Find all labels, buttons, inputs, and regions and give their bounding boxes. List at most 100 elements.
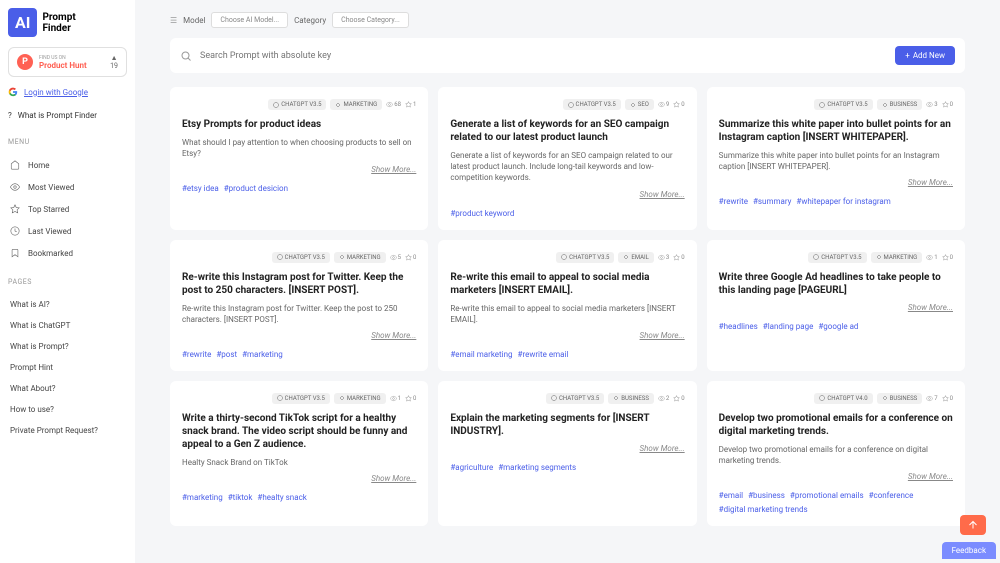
prompt-card[interactable]: CHATGPT V3.5 MARKETING 5 0 Re-write this…: [170, 240, 428, 371]
page-link[interactable]: What About?: [8, 378, 127, 399]
card-title: Explain the marketing segments for [INSE…: [450, 412, 684, 438]
scroll-top-button[interactable]: [960, 515, 986, 535]
card-tags: #rewrite #summary #whitepaper for instagra…: [719, 197, 953, 206]
tag[interactable]: #landing page: [763, 322, 814, 331]
views-stat: 9: [658, 101, 669, 108]
prompt-card[interactable]: CHATGPT V3.5 SEO 9 0 Generate a list of …: [438, 87, 696, 230]
show-more-link[interactable]: Show More...: [719, 472, 953, 481]
what-is-link[interactable]: ? What is Prompt Finder: [8, 107, 127, 124]
menu-item-bookmarked[interactable]: Bookmarked: [8, 242, 127, 264]
card-tags: #email marketing #rewrite email: [450, 350, 684, 359]
tag[interactable]: #email: [719, 491, 743, 500]
views-stat: 3: [926, 101, 937, 108]
card-tags: #marketing #tiktok #healty snack: [182, 493, 416, 502]
show-more-link[interactable]: Show More...: [719, 303, 953, 312]
tag[interactable]: #marketing: [182, 493, 223, 502]
tag[interactable]: #whitepaper for instagram: [796, 197, 890, 206]
views-stat: 1: [926, 254, 937, 261]
card-tags: #rewrite #post #marketing: [182, 350, 416, 359]
tag[interactable]: #product desicion: [224, 184, 288, 193]
stars-stat: 0: [405, 254, 416, 261]
feedback-button[interactable]: Feedback: [942, 542, 996, 559]
show-more-link[interactable]: Show More...: [182, 474, 416, 483]
producthunt-main: Product Hunt: [39, 61, 104, 70]
menu-item-last-viewed[interactable]: Last Viewed: [8, 220, 127, 242]
tag[interactable]: #google ad: [818, 322, 858, 331]
menu-item-top-starred[interactable]: Top Starred: [8, 198, 127, 220]
arrow-up-icon: [967, 519, 979, 531]
card-desc: What should I pay attention to when choo…: [182, 137, 416, 159]
show-more-link[interactable]: Show More...: [450, 331, 684, 340]
producthunt-badge[interactable]: P FIND US ON Product Hunt ▲19: [8, 47, 127, 77]
show-more-link[interactable]: Show More...: [182, 165, 416, 174]
tag[interactable]: #business: [748, 491, 785, 500]
tag[interactable]: #marketing: [242, 350, 283, 359]
page-link[interactable]: What is Prompt?: [8, 336, 127, 357]
category-select[interactable]: Choose Category...: [332, 12, 409, 28]
views-stat: 68: [386, 101, 401, 108]
tag[interactable]: #promotional emails: [790, 491, 864, 500]
menu-item-home[interactable]: Home: [8, 154, 127, 176]
tag[interactable]: #tiktok: [228, 493, 253, 502]
card-desc: Re-write this Instagram post for Twitter…: [182, 303, 416, 325]
prompt-card[interactable]: CHATGPT V3.5 BUSINESS 2 0 Explain the ma…: [438, 381, 696, 526]
tag[interactable]: #digital marketing trends: [719, 505, 808, 514]
tag[interactable]: #post: [216, 350, 237, 359]
tag[interactable]: #conference: [869, 491, 914, 500]
show-more-link[interactable]: Show More...: [450, 444, 684, 453]
category-chip: BUSINESS: [877, 393, 923, 404]
menu-item-most-viewed[interactable]: Most Viewed: [8, 176, 127, 198]
logo-text: Prompt Finder: [42, 12, 75, 34]
card-title: Re-write this Instagram post for Twitter…: [182, 271, 416, 297]
google-icon: [8, 87, 18, 97]
show-more-link[interactable]: Show More...: [182, 331, 416, 340]
category-chip: SEO: [625, 99, 654, 110]
tag[interactable]: #healty snack: [257, 493, 306, 502]
category-chip: EMAIL: [618, 252, 653, 263]
model-select[interactable]: Choose AI Model...: [211, 12, 288, 28]
tag[interactable]: #headlines: [719, 322, 758, 331]
tag[interactable]: #summary: [753, 197, 791, 206]
tag[interactable]: #email marketing: [450, 350, 512, 359]
prompt-card[interactable]: CHATGPT V3.5 BUSINESS 3 0 Summarize this…: [707, 87, 965, 230]
tag[interactable]: #rewrite email: [518, 350, 569, 359]
logo[interactable]: AI Prompt Finder: [8, 8, 127, 37]
card-desc: Develop two promotional emails for a con…: [719, 444, 953, 466]
show-more-link[interactable]: Show More...: [719, 178, 953, 187]
show-more-link[interactable]: Show More...: [450, 190, 684, 199]
card-meta: CHATGPT V4.0 BUSINESS 7 0: [719, 393, 953, 404]
category-chip: BUSINESS: [877, 99, 923, 110]
tag[interactable]: #product keyword: [450, 209, 514, 218]
prompt-card[interactable]: CHATGPT V3.5 MARKETING 1 0 Write a thirt…: [170, 381, 428, 526]
tag[interactable]: #marketing segments: [498, 463, 576, 472]
card-tags: #agriculture #marketing segments: [450, 463, 684, 472]
tag[interactable]: #etsy idea: [182, 184, 219, 193]
model-chip: CHATGPT V3.5: [563, 99, 621, 110]
prompt-card[interactable]: CHATGPT V4.0 BUSINESS 7 0 Develop two pr…: [707, 381, 965, 526]
login-google[interactable]: Login with Google: [8, 83, 127, 101]
page-link[interactable]: How to use?: [8, 399, 127, 420]
add-new-button[interactable]: +Add New: [895, 46, 955, 65]
card-meta: CHATGPT V3.5 EMAIL 3 0: [450, 252, 684, 263]
page-link[interactable]: What is ChatGPT: [8, 315, 127, 336]
tag[interactable]: #rewrite: [719, 197, 748, 206]
stars-stat: 0: [673, 395, 684, 402]
category-chip: MARKETING: [334, 393, 386, 404]
card-title: Etsy Prompts for product ideas: [182, 118, 416, 131]
menu-label: MENU: [8, 138, 127, 146]
category-chip: MARKETING: [334, 252, 386, 263]
prompt-card[interactable]: CHATGPT V3.5 MARKETING 68 1 Etsy Prompts…: [170, 87, 428, 230]
stars-stat: 0: [942, 101, 953, 108]
tag[interactable]: #rewrite: [182, 350, 211, 359]
card-title: Re-write this email to appeal to social …: [450, 271, 684, 297]
tag[interactable]: #agriculture: [450, 463, 493, 472]
page-link[interactable]: Private Prompt Request?: [8, 420, 127, 441]
prompt-card[interactable]: CHATGPT V3.5 MARKETING 1 0 Write three G…: [707, 240, 965, 371]
prompt-card[interactable]: CHATGPT V3.5 EMAIL 3 0 Re-write this ema…: [438, 240, 696, 371]
category-chip: MARKETING: [330, 99, 382, 110]
search-input[interactable]: [200, 51, 887, 61]
producthunt-count: ▲19: [110, 54, 118, 70]
page-link[interactable]: Prompt Hint: [8, 357, 127, 378]
card-title: Generate a list of keywords for an SEO c…: [450, 118, 684, 144]
page-link[interactable]: What is AI?: [8, 294, 127, 315]
